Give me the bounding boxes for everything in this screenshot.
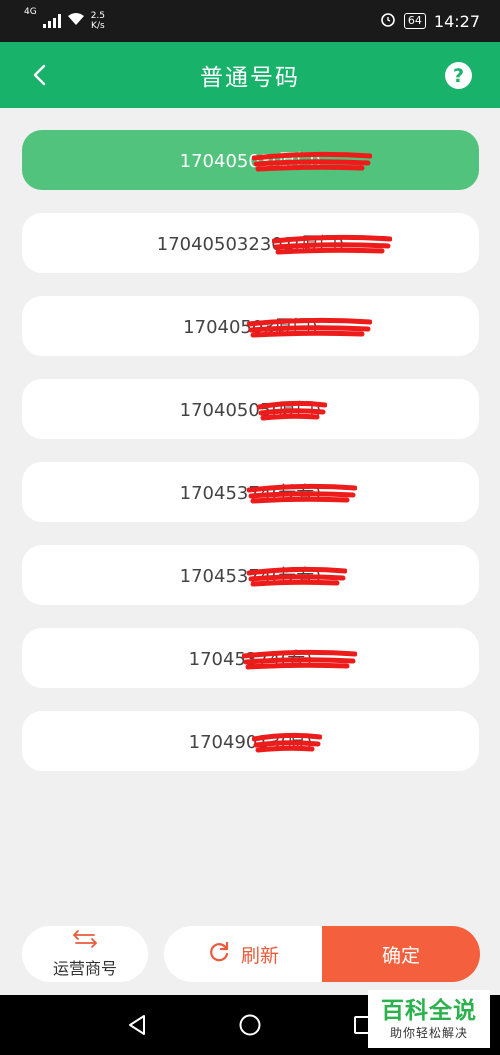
number-item[interactable]: 17049013(原) — [22, 711, 479, 771]
status-bar: 4G 2.5 K/s 64 14:27 — [0, 0, 500, 42]
nav-home-icon[interactable] — [230, 1005, 270, 1045]
signal-icon — [42, 14, 61, 28]
nav-back-icon[interactable] — [117, 1005, 157, 1045]
confirm-label: 确定 — [381, 944, 420, 967]
action-group: 刷新 确定 — [164, 926, 480, 982]
number-text: 17049013(原) — [188, 732, 313, 753]
net-speed-value: 2.5 — [90, 11, 106, 21]
app-header: 普通号码 ? — [0, 42, 500, 108]
refresh-button[interactable]: 刷新 — [164, 926, 322, 982]
watermark-subtitle: 助你轻松解决 — [389, 1026, 468, 1040]
carrier-number-label: 运营商号 — [52, 959, 117, 978]
number-item[interactable]: 17045374(春) — [22, 628, 479, 688]
watermark-title: 百科全说 — [381, 998, 477, 1024]
number-text: 17045374(长春) — [179, 483, 322, 504]
status-left: 4G 2.5 K/s — [24, 7, 105, 31]
help-icon[interactable]: ? — [445, 62, 472, 89]
number-text: 17040503(厦门) — [179, 151, 322, 172]
refresh-icon — [207, 940, 231, 969]
carrier-number-button[interactable]: 运营商号 — [22, 926, 148, 982]
clock: 14:27 — [433, 11, 480, 31]
watermark-logo: 百科全说 助你轻松解决 — [368, 990, 490, 1048]
number-item[interactable]: 17045374(长春) — [22, 462, 479, 522]
battery-icon: 64 — [403, 13, 426, 29]
number-text: 17040503厦门) — [183, 317, 318, 338]
number-text: 170405032301(厦门) — [156, 234, 345, 255]
number-text: 17045374(春) — [188, 649, 313, 670]
network-type: 4G — [24, 7, 37, 17]
confirm-button[interactable]: 确定 — [322, 926, 480, 982]
number-text: 17045374(长春) — [179, 566, 322, 587]
net-speed: 2.5 K/s — [91, 11, 105, 31]
back-icon[interactable] — [24, 60, 54, 90]
number-text: 17040505(厦门) — [179, 400, 322, 421]
number-item[interactable]: 170405032301(厦门) — [22, 213, 479, 273]
page-title: 普通号码 — [200, 65, 300, 91]
number-item[interactable]: 17040505(厦门) — [22, 379, 479, 439]
swap-icon — [70, 929, 100, 953]
alarm-icon — [380, 11, 396, 31]
status-right: 64 14:27 — [380, 11, 480, 31]
net-speed-unit: K/s — [91, 21, 105, 31]
number-item[interactable]: 17045374(长春) — [22, 545, 479, 605]
number-item[interactable]: 17040503厦门) — [22, 296, 479, 356]
number-item[interactable]: 17040503(厦门) — [22, 130, 479, 190]
refresh-label: 刷新 — [240, 944, 279, 967]
wifi-icon — [67, 12, 85, 30]
